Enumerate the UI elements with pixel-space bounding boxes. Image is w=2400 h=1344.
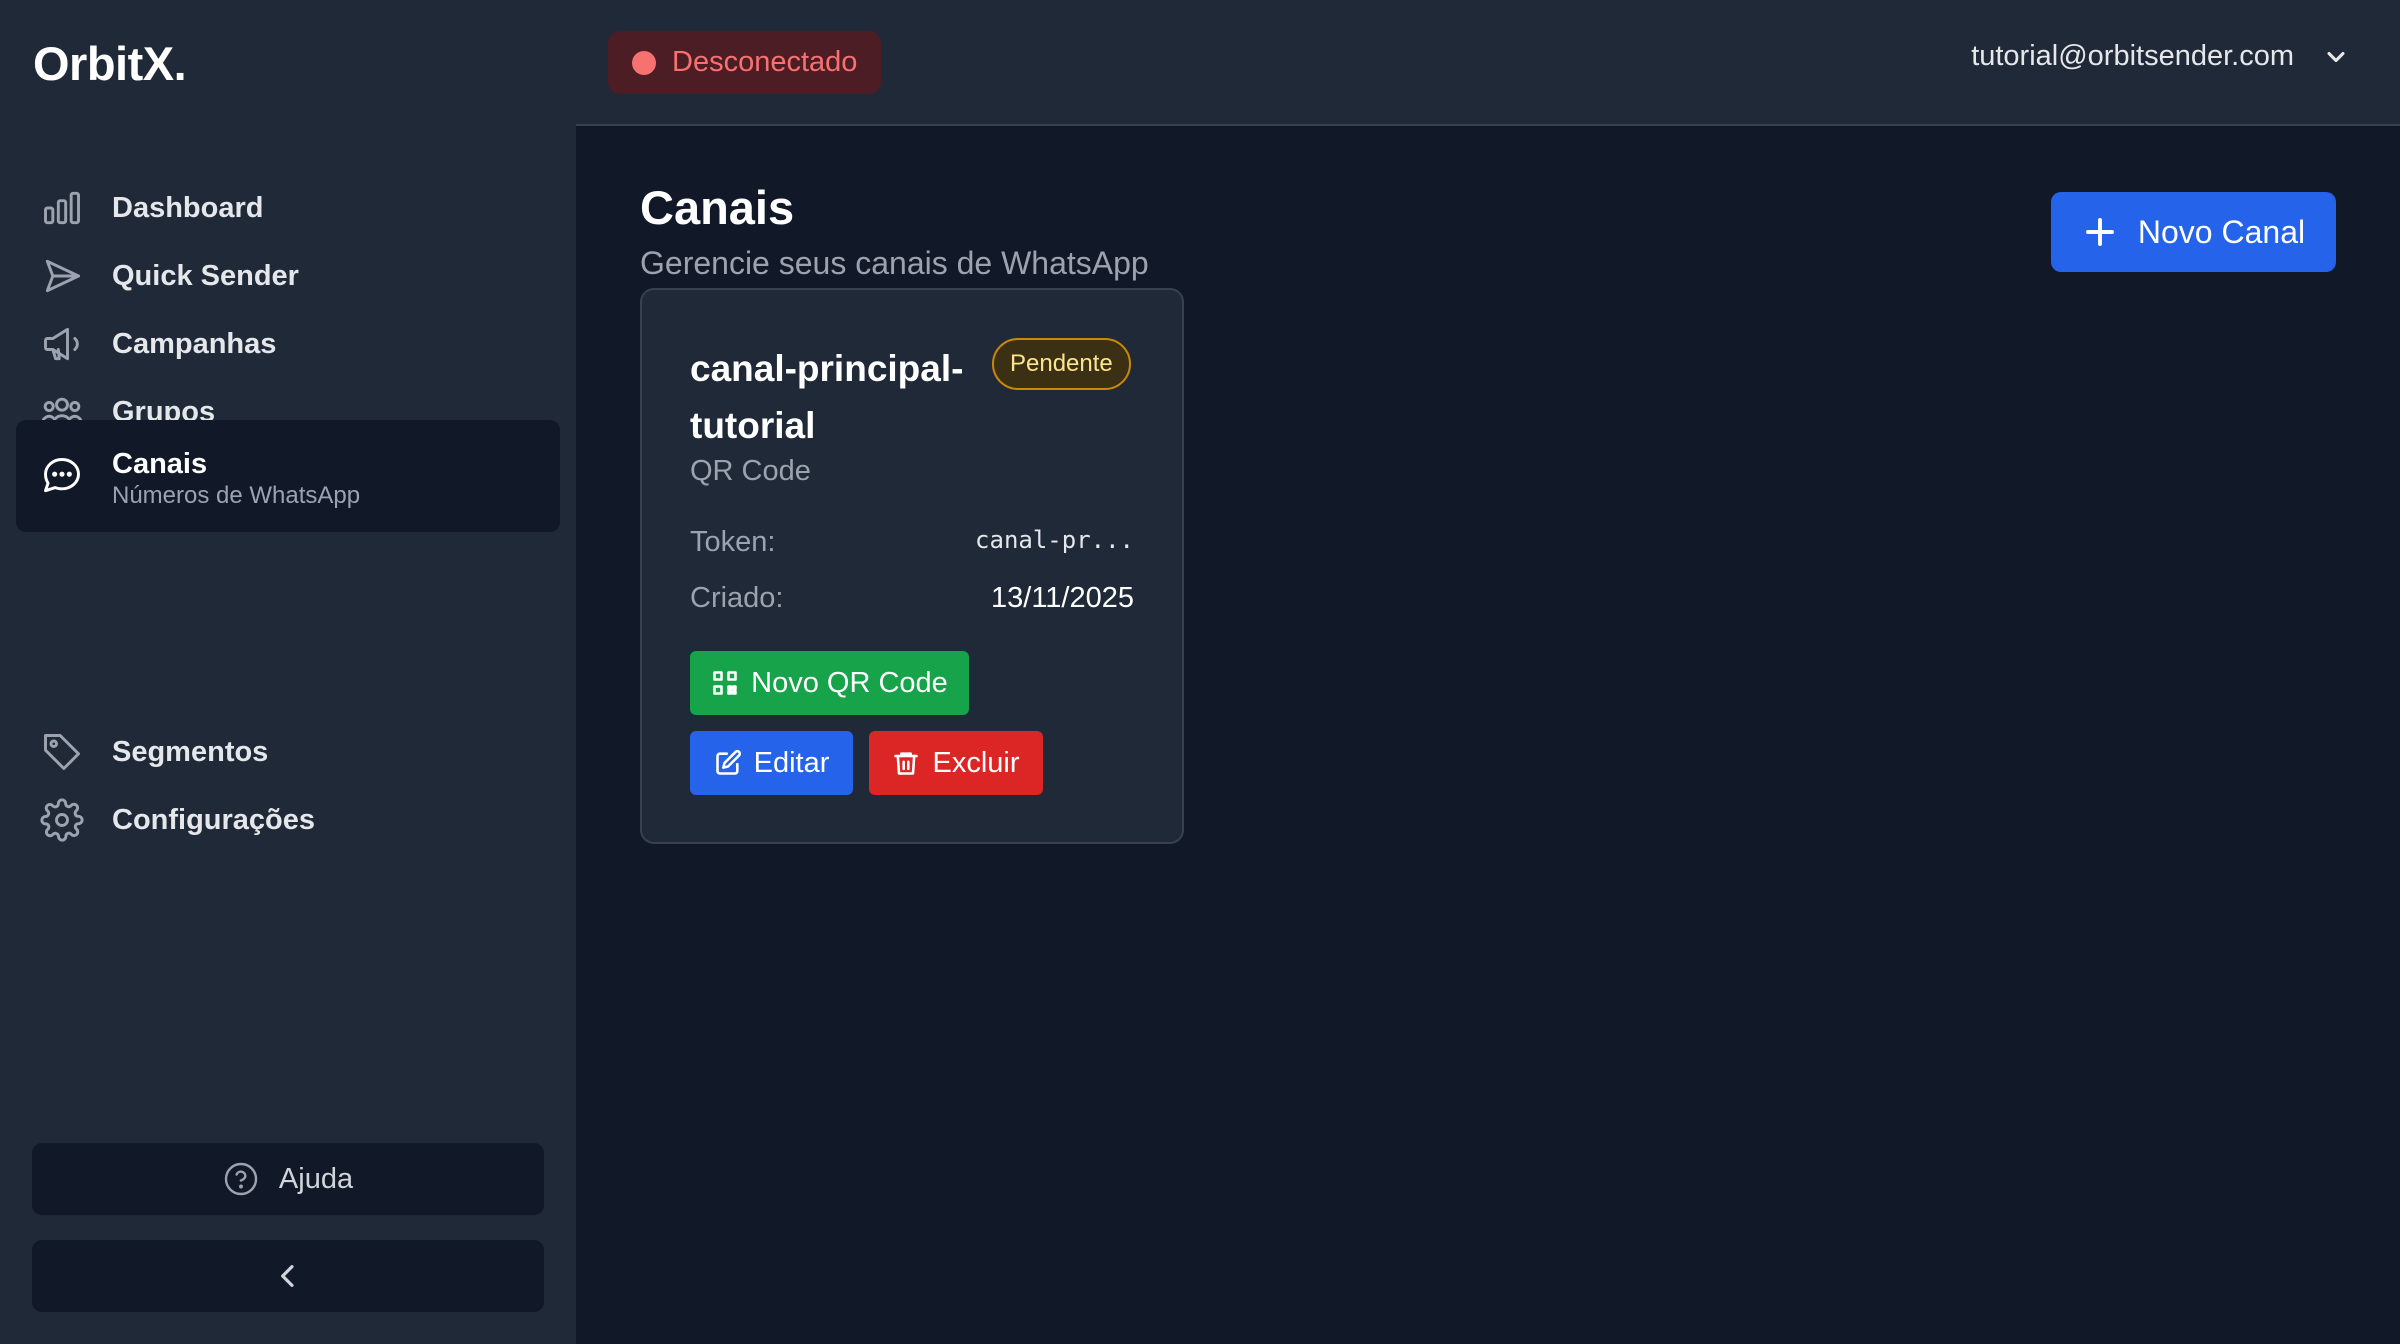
sidebar-item-configuracoes[interactable]: Configurações (16, 776, 560, 864)
chat-bubble-icon (40, 454, 84, 498)
chevron-left-icon (281, 1265, 294, 1287)
new-qr-code-button[interactable]: Novo QR Code (690, 651, 969, 715)
sidebar-item-label: Canais (112, 448, 208, 480)
channel-name: canal-principal-tutorial (690, 348, 964, 446)
new-qr-code-button-label: Novo QR Code (751, 666, 948, 699)
help-button[interactable]: Ajuda (32, 1143, 544, 1215)
edit-button[interactable]: Editar (690, 731, 853, 795)
gear-icon (40, 798, 84, 842)
user-email: tutorial@orbitsender.com (1971, 40, 2294, 72)
created-label: Criado: (690, 582, 784, 614)
sidebar-item-label: Campanhas (112, 327, 277, 360)
new-channel-button-label: Novo Canal (2137, 213, 2306, 250)
app-logo[interactable]: OrbitX. (33, 36, 187, 91)
created-value: 13/11/2025 (991, 582, 1134, 614)
plus-icon (2085, 218, 2114, 246)
qr-code-icon (713, 671, 737, 695)
new-channel-button[interactable]: Novo Canal (2051, 192, 2336, 272)
sidebar-item-label: Dashboard (112, 191, 264, 224)
token-label: Token: (690, 526, 776, 558)
channel-type: QR Code (690, 455, 811, 487)
sidebar-item-label: Configurações (112, 803, 316, 836)
sidebar-item-sublabel: Números de WhatsApp (112, 482, 361, 509)
sidebar-item-canais[interactable]: Canais Números de WhatsApp (16, 420, 560, 532)
page-title: Canais (640, 181, 795, 234)
connection-status-badge: Desconectado (608, 31, 882, 94)
trash-icon (894, 752, 919, 775)
edit-button-label: Editar (753, 746, 830, 779)
connection-status-text: Desconectado (672, 46, 858, 78)
channel-card: canal-principal-tutorial Pendente QR Cod… (640, 288, 1184, 844)
delete-button[interactable]: Excluir (869, 731, 1043, 795)
tag-icon (40, 730, 84, 774)
delete-button-label: Excluir (932, 746, 1020, 779)
top-header: Desconectado tutorial@orbitsender.com (576, 0, 2400, 126)
bar-chart-icon (40, 186, 84, 230)
token-value: canal-pr... (975, 526, 1134, 554)
help-circle-icon (224, 1162, 258, 1196)
page-subtitle: Gerencie seus canais de WhatsApp (640, 245, 1149, 281)
collapse-sidebar-button[interactable] (32, 1240, 544, 1312)
sidebar-item-label: Segmentos (112, 735, 269, 768)
edit-icon (715, 749, 741, 775)
user-menu[interactable]: tutorial@orbitsender.com (1971, 40, 2350, 73)
sidebar-item-label: Quick Sender (112, 259, 299, 292)
help-button-label: Ajuda (278, 1162, 354, 1195)
status-dot-icon (632, 50, 656, 75)
chevron-down-icon (2327, 51, 2345, 62)
send-icon (40, 254, 84, 298)
sidebar: OrbitX. Dashboard Quick Sender Campanhas… (0, 0, 576, 1344)
megaphone-icon (40, 322, 84, 366)
status-badge: Pendente (992, 338, 1131, 390)
